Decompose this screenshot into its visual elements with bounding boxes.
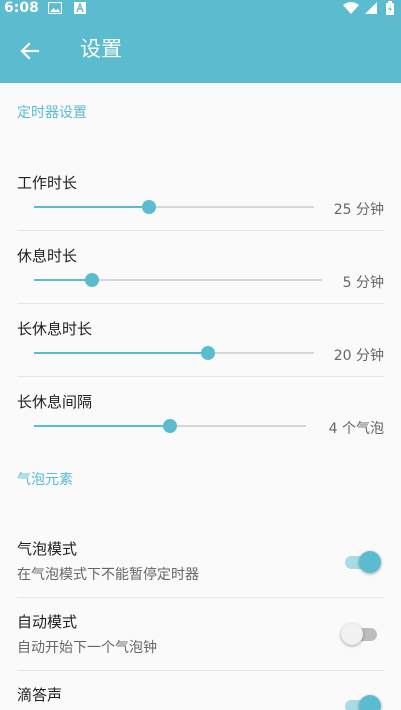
slider-thumb[interactable] [141, 200, 156, 214]
bubble-mode-switch[interactable] [341, 548, 381, 576]
slider-thumb[interactable] [163, 419, 177, 433]
wifi-icon [343, 2, 359, 14]
switch-thumb [359, 551, 381, 573]
a-box-icon [74, 2, 86, 14]
break-duration-value: 5 分钟 [342, 275, 384, 291]
app-bar: 设置 [0, 16, 401, 83]
bubble-mode-title: 气泡模式 [17, 540, 78, 558]
long-break-interval-title: 长休息间隔 [17, 393, 93, 411]
image-icon [48, 2, 62, 14]
work-duration-value: 25 分钟 [333, 202, 384, 218]
long-break-duration-slider[interactable] [34, 343, 314, 363]
switch-thumb [341, 623, 363, 645]
break-duration-slider[interactable] [34, 270, 322, 290]
bubble-mode-subtitle: 在气泡模式下不能暂停定时器 [17, 567, 199, 583]
work-duration-title: 工作时长 [17, 174, 78, 192]
auto-mode-switch[interactable] [341, 620, 381, 648]
switch-thumb [359, 695, 381, 710]
divider [17, 597, 384, 598]
long-break-duration-value: 20 分钟 [333, 348, 384, 364]
divider [17, 376, 384, 377]
long-break-interval-value: 4 个气泡 [328, 421, 384, 437]
divider [17, 303, 384, 304]
page-title: 设置 [80, 37, 122, 61]
slider-fill [34, 206, 149, 208]
section-header-timer: 定时器设置 [17, 105, 87, 121]
slider-fill [34, 352, 208, 354]
long-break-interval-slider[interactable] [34, 416, 306, 436]
status-bar: 6:08 [0, 0, 401, 16]
back-button[interactable] [14, 35, 46, 67]
arrow-left-icon [20, 42, 40, 60]
slider-thumb[interactable] [84, 273, 99, 287]
auto-mode-subtitle: 自动开始下一个气泡钟 [17, 640, 157, 656]
long-break-duration-title: 长休息时长 [17, 320, 93, 338]
status-time: 6:08 [4, 0, 39, 16]
auto-mode-title: 自动模式 [17, 613, 78, 631]
status-right-icons [343, 1, 394, 15]
battery-icon [386, 1, 394, 15]
signal-icon [365, 2, 377, 14]
slider-fill [34, 425, 170, 427]
slider-thumb[interactable] [200, 346, 215, 360]
divider [17, 230, 384, 231]
tick-sound-title: 滴答声 [17, 686, 63, 704]
divider [17, 670, 384, 671]
slider-fill [34, 279, 92, 281]
work-duration-slider[interactable] [34, 197, 314, 217]
break-duration-title: 休息时长 [17, 247, 78, 265]
tick-sound-switch[interactable] [341, 692, 381, 710]
section-header-bubble: 气泡元素 [17, 472, 73, 488]
